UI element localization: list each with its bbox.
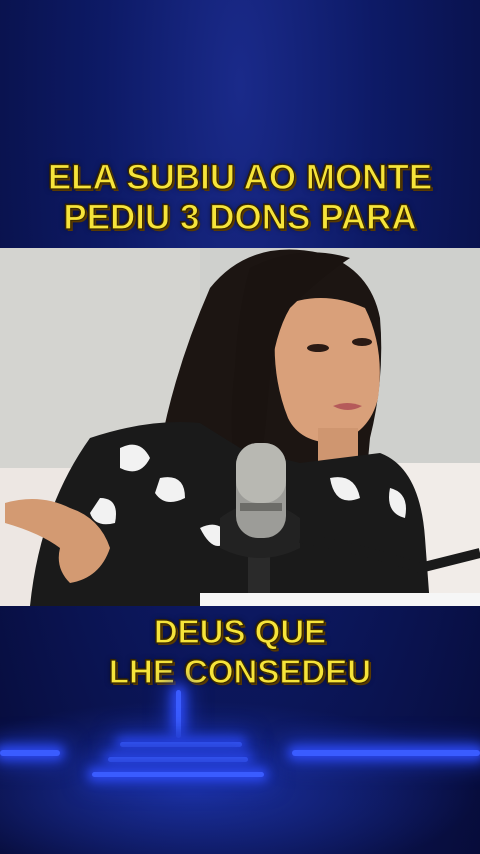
neon-line-right (292, 750, 480, 756)
neon-vertical-line (176, 690, 181, 738)
caption-top-line-1: ELA SUBIU AO MONTE (47, 157, 433, 197)
video-frame (0, 248, 480, 606)
neon-line-center-lower (92, 772, 264, 777)
caption-bottom-line-1: DEUS QUE (153, 612, 327, 650)
video-frame-illustration (0, 248, 480, 606)
background-glow (0, 700, 480, 854)
neon-line-center-mid (108, 757, 248, 762)
caption-top-line-2: PEDIU 3 DONS PARA (63, 197, 418, 237)
neon-line-left (0, 750, 60, 756)
caption-top: ELA SUBIU AO MONTE PEDIU 3 DONS PARA (0, 157, 480, 238)
caption-bottom: DEUS QUE LHE CONSEDEU (0, 612, 480, 692)
caption-bottom-line-2: LHE CONSEDEU (108, 652, 372, 690)
neon-line-center-upper (120, 742, 242, 747)
